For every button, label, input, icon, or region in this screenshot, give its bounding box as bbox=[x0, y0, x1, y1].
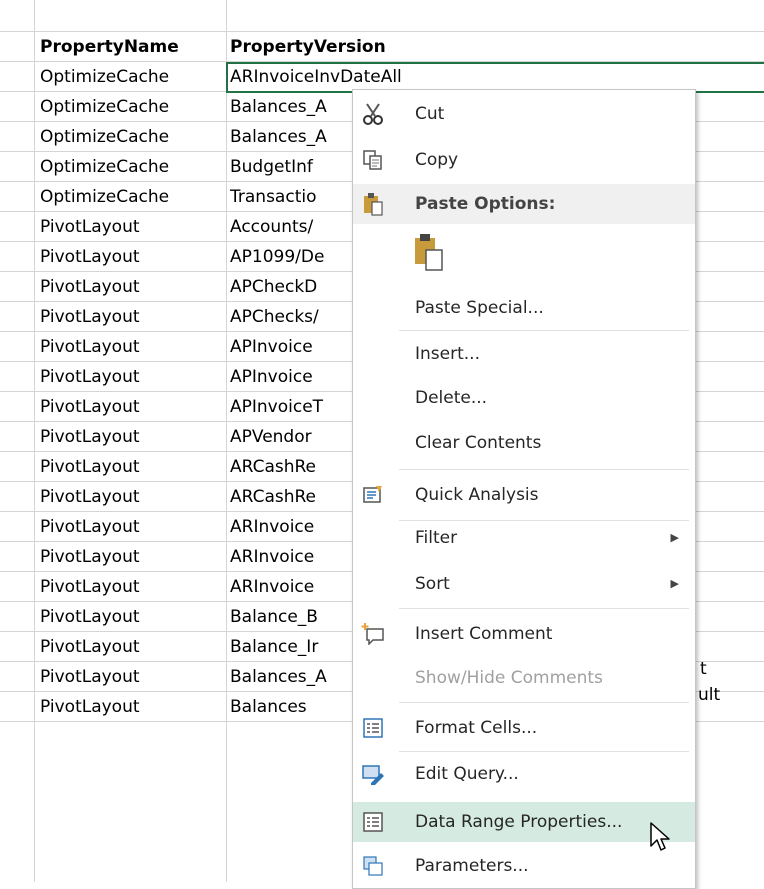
table-cell[interactable]: OptimizeCache bbox=[40, 122, 223, 151]
table-cell[interactable]: PivotLayout bbox=[40, 632, 223, 661]
menu-separator bbox=[399, 751, 689, 752]
table-cell[interactable]: OptimizeCache bbox=[40, 152, 223, 181]
mouse-pointer-icon bbox=[650, 822, 672, 858]
table-cell[interactable]: ARInvoiceInvDateAll bbox=[230, 62, 764, 91]
menu-item-cut[interactable]: Cut bbox=[353, 94, 695, 134]
menu-item-copy[interactable]: Copy bbox=[353, 140, 695, 180]
data-range-properties-icon bbox=[359, 808, 387, 836]
menu-separator bbox=[399, 702, 689, 703]
table-row: OptimizeCache ARInvoiceInvDateAll bbox=[0, 62, 764, 92]
quick-analysis-icon bbox=[359, 481, 387, 509]
header-row: PropertyName PropertyVersion bbox=[0, 32, 764, 62]
menu-item-label: Clear Contents bbox=[415, 433, 542, 453]
table-cell[interactable]: PivotLayout bbox=[40, 692, 223, 721]
menu-item-parameters[interactable]: Parameters... bbox=[353, 846, 695, 886]
table-cell[interactable]: OptimizeCache bbox=[40, 182, 223, 211]
table-cell[interactable]: PivotLayout bbox=[40, 242, 223, 271]
menu-item-insert-comment[interactable]: Insert Comment bbox=[353, 614, 695, 654]
menu-item-label: Sort bbox=[415, 574, 450, 594]
table-cell[interactable]: PivotLayout bbox=[40, 392, 223, 421]
table-cell[interactable]: PivotLayout bbox=[40, 272, 223, 301]
menu-separator bbox=[399, 330, 689, 331]
menu-item-label: Parameters... bbox=[415, 856, 529, 876]
header-cell[interactable]: PropertyName bbox=[40, 32, 223, 61]
copy-icon bbox=[359, 146, 387, 174]
menu-item-sort[interactable]: Sort ▶ bbox=[353, 564, 695, 604]
cell-overflow-text: ult bbox=[698, 685, 721, 705]
menu-item-label: Filter bbox=[415, 528, 458, 548]
table-cell[interactable]: PivotLayout bbox=[40, 512, 223, 541]
paste-icon bbox=[413, 234, 445, 276]
menu-item-label: Insert Comment bbox=[415, 624, 553, 644]
table-cell[interactable]: PivotLayout bbox=[40, 422, 223, 451]
table-cell[interactable]: PivotLayout bbox=[40, 212, 223, 241]
menu-item-insert[interactable]: Insert... bbox=[353, 334, 695, 374]
menu-item-label: Copy bbox=[415, 150, 459, 170]
table-cell[interactable]: PivotLayout bbox=[40, 572, 223, 601]
menu-item-label: Quick Analysis bbox=[415, 485, 539, 505]
menu-item-edit-query[interactable]: Edit Query... bbox=[353, 754, 695, 794]
menu-item-clear-contents[interactable]: Clear Contents bbox=[353, 423, 695, 463]
menu-item-label: Paste Special... bbox=[415, 298, 544, 318]
menu-item-label: Edit Query... bbox=[415, 764, 519, 784]
table-cell[interactable]: PivotLayout bbox=[40, 362, 223, 391]
header-cell[interactable]: PropertyVersion bbox=[230, 32, 764, 61]
table-cell[interactable]: PivotLayout bbox=[40, 452, 223, 481]
table-cell[interactable]: PivotLayout bbox=[40, 662, 223, 691]
menu-section-label: Paste Options: bbox=[415, 194, 556, 214]
menu-item-label: Data Range Properties... bbox=[415, 812, 623, 832]
menu-item-label: Insert... bbox=[415, 344, 480, 364]
menu-item-filter[interactable]: Filter ▶ bbox=[353, 518, 695, 558]
context-menu: Cut Copy Paste Options: Paste Special...… bbox=[352, 89, 696, 889]
table-cell[interactable]: PivotLayout bbox=[40, 302, 223, 331]
edit-query-icon bbox=[359, 760, 387, 788]
table-cell[interactable]: PivotLayout bbox=[40, 602, 223, 631]
menu-item-format-cells[interactable]: Format Cells... bbox=[353, 708, 695, 748]
menu-item-label: Format Cells... bbox=[415, 718, 538, 738]
menu-item-show-hide-comments[interactable]: Show/Hide Comments bbox=[353, 658, 695, 698]
submenu-arrow-icon: ▶ bbox=[670, 531, 679, 544]
menu-item-label: Show/Hide Comments bbox=[415, 668, 603, 688]
parameters-icon bbox=[359, 852, 387, 880]
format-cells-icon bbox=[359, 714, 387, 742]
table-row bbox=[0, 0, 764, 32]
paste-icon bbox=[359, 190, 387, 218]
menu-item-label: Cut bbox=[415, 104, 445, 124]
menu-item-paste-special[interactable]: Paste Special... bbox=[353, 288, 695, 328]
scissors-icon bbox=[359, 100, 387, 128]
menu-item-delete[interactable]: Delete... bbox=[353, 378, 695, 418]
paste-options-header: Paste Options: bbox=[353, 184, 695, 224]
table-cell[interactable]: OptimizeCache bbox=[40, 62, 223, 91]
new-comment-icon bbox=[359, 620, 387, 648]
menu-separator bbox=[399, 469, 689, 470]
paste-button[interactable] bbox=[413, 232, 449, 278]
table-cell[interactable]: PivotLayout bbox=[40, 332, 223, 361]
table-cell[interactable]: OptimizeCache bbox=[40, 92, 223, 121]
menu-item-data-range-properties[interactable]: Data Range Properties... bbox=[353, 802, 695, 842]
submenu-arrow-icon: ▶ bbox=[670, 577, 679, 590]
menu-item-quick-analysis[interactable]: Quick Analysis bbox=[353, 475, 695, 515]
menu-item-label: Delete... bbox=[415, 388, 488, 408]
table-cell[interactable]: PivotLayout bbox=[40, 542, 223, 571]
menu-separator bbox=[399, 608, 689, 609]
table-cell[interactable]: PivotLayout bbox=[40, 482, 223, 511]
